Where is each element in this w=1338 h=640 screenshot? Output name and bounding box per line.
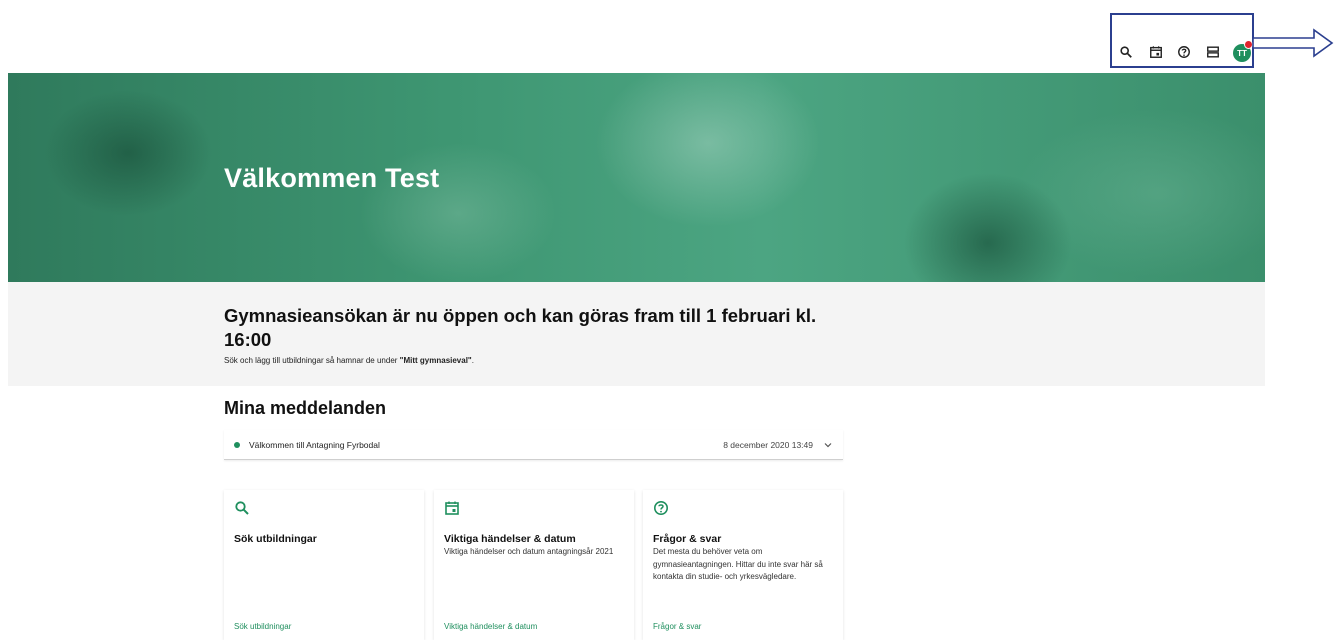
- hero-title: Välkommen Test: [224, 163, 440, 193]
- messages-heading: Mina meddelanden: [224, 398, 387, 418]
- banner-subtitle: Sök och lägg till utbildningar så hamnar…: [224, 356, 474, 365]
- message-date: 8 december 2020 13:49: [723, 440, 813, 450]
- card-title: Viktiga händelser & datum: [444, 533, 576, 545]
- banner-title: Gymnasieansökan är nu öppen och kan göra…: [224, 305, 817, 350]
- calendar-icon[interactable]: [1148, 44, 1164, 60]
- annotation-arrow-icon: [1252, 28, 1334, 58]
- card-description: Det mesta du behöver veta om gymnasieant…: [653, 547, 823, 581]
- card-search-programs: Sök utbildningar Sök utbildningar: [224, 490, 424, 640]
- message-title: Välkommen till Antagning Fyrbodal: [249, 440, 380, 450]
- card-title: Sök utbildningar: [234, 533, 317, 545]
- help-icon[interactable]: [1176, 44, 1192, 60]
- card-description: Viktiga händelser och datum antagningsår…: [444, 547, 614, 556]
- menu-icon[interactable]: [1205, 44, 1221, 60]
- search-icon[interactable]: [1118, 44, 1134, 60]
- message-item[interactable]: Välkommen till Antagning Fyrbodal 8 dece…: [224, 430, 843, 460]
- card-title: Frågor & svar: [653, 533, 722, 545]
- search-icon: [234, 500, 250, 516]
- card-link[interactable]: Frågor & svar: [653, 622, 701, 631]
- hero-banner: Välkommen Test: [8, 73, 1265, 282]
- chevron-down-icon[interactable]: [823, 440, 833, 450]
- unread-dot-icon: [234, 442, 240, 448]
- card-link[interactable]: Sök utbildningar: [234, 622, 291, 631]
- card-link[interactable]: Viktiga händelser & datum: [444, 622, 537, 631]
- help-icon: [653, 500, 669, 516]
- card-faq: Frågor & svar Det mesta du behöver veta …: [643, 490, 843, 640]
- card-important-dates: Viktiga händelser & datum Viktiga händel…: [434, 490, 634, 640]
- info-banner: Gymnasieansökan är nu öppen och kan göra…: [8, 282, 1265, 386]
- calendar-icon: [444, 500, 460, 516]
